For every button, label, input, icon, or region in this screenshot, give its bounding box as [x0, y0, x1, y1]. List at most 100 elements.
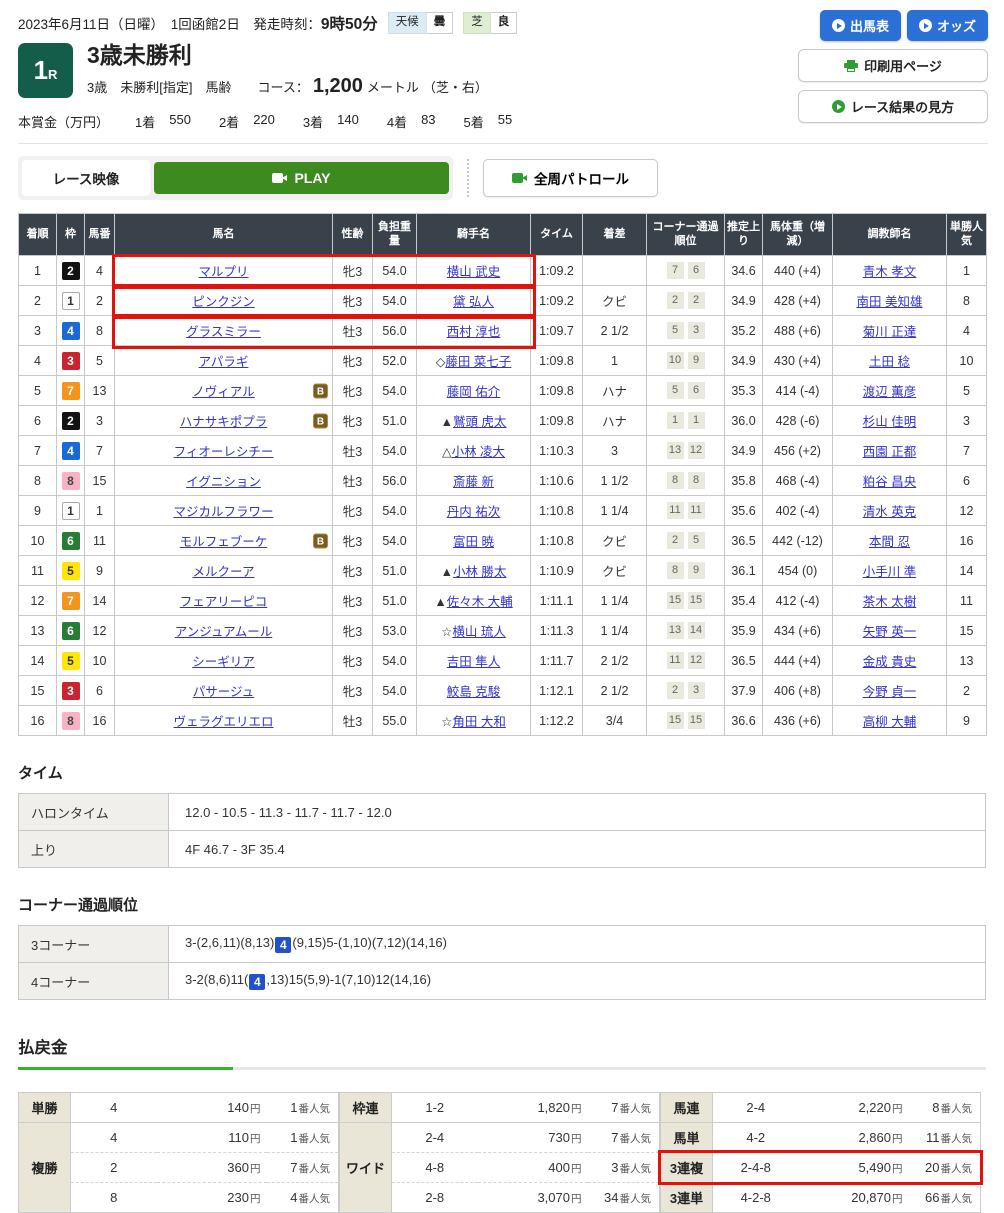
trainer-name-link[interactable]: 金成 貴史	[863, 655, 916, 669]
jockey-cell: ▲佐々木 大輔	[417, 586, 531, 616]
trainer-name-link[interactable]: 矢野 英一	[863, 625, 916, 639]
payout-group: 枠連1-21,820円7番人気ワイド2-4730円7番人気4-8400円3番人気…	[339, 1092, 660, 1213]
finish-time: 1:09.8	[531, 346, 583, 376]
corner-position-value: 13	[667, 442, 684, 459]
horse-name-cell: メルクーア	[115, 556, 333, 586]
estimated-last-3f: 34.9	[725, 286, 763, 316]
prize-amount: 220	[253, 112, 275, 131]
apprentice-mark: ▲	[441, 415, 453, 429]
horse-name-link[interactable]: モルフェブーケ	[180, 535, 268, 549]
payout-amount-value: 110	[228, 1130, 249, 1145]
entries-button[interactable]: 出馬表	[820, 10, 901, 41]
jockey-name-link[interactable]: 斎藤 新	[453, 475, 494, 489]
jockey-name-link[interactable]: 小林 勝太	[453, 565, 506, 579]
horse-name-link[interactable]: イグニション	[186, 475, 261, 489]
payout-popularity-value: 34	[604, 1190, 618, 1205]
trainer-name-link[interactable]: 南田 美知雄	[857, 295, 923, 309]
trainer-name-link[interactable]: 高柳 大輔	[863, 715, 916, 729]
trainer-cell: 高柳 大輔	[833, 706, 947, 736]
prize-label: 本賞金（万円）	[18, 112, 109, 131]
jockey-name-link[interactable]: 藤田 菜七子	[445, 355, 511, 369]
payout-combination: 4-2-8	[713, 1183, 799, 1213]
patrol-video-button[interactable]: 全周パトロール	[483, 159, 658, 197]
trainer-cell: 金成 貴史	[833, 646, 947, 676]
trainer-name-link[interactable]: 菊川 正達	[863, 325, 916, 339]
horse-name-link[interactable]: ノヴィアル	[192, 385, 254, 399]
jockey-name-link[interactable]: 丹内 祐次	[447, 505, 500, 519]
jockey-name-link[interactable]: 佐々木 大輔	[447, 595, 513, 609]
win-popularity: 16	[947, 526, 987, 556]
jockey-name-link[interactable]: 吉田 隼人	[447, 655, 500, 669]
trainer-cell: 清水 英克	[833, 496, 947, 526]
payout-amount-value: 3,070	[537, 1190, 570, 1205]
horse-name-link[interactable]: フィオーレシチー	[174, 445, 274, 459]
horse-name-link[interactable]: アパラギ	[199, 355, 249, 369]
print-page-button[interactable]: 印刷用ページ	[798, 49, 988, 82]
horse-name-link[interactable]: グラスミラー	[186, 325, 261, 339]
jockey-name-link[interactable]: 富田 暁	[453, 535, 494, 549]
trainer-name-link[interactable]: 本間 忍	[869, 535, 910, 549]
corner-position-value: 13	[667, 622, 684, 639]
jockey-name-link[interactable]: 横山 武史	[447, 265, 500, 279]
trainer-name-link[interactable]: 清水 英克	[863, 505, 916, 519]
time-section-title: タイム	[18, 762, 988, 783]
horse-name-link[interactable]: ヴェラグエリエロ	[173, 715, 273, 729]
horse-name-link[interactable]: ピンクジン	[192, 295, 255, 309]
play-button-label: PLAY	[294, 170, 330, 186]
trainer-name-link[interactable]: 土田 稔	[869, 355, 910, 369]
corner-positions: 1515	[647, 586, 725, 616]
payout-row: 単勝4140円1番人気	[19, 1093, 339, 1123]
horse-name-link[interactable]: マジカルフラワー	[173, 505, 273, 519]
horse-name-link[interactable]: パサージュ	[193, 685, 254, 699]
odds-button[interactable]: オッズ	[907, 10, 988, 41]
weather-badge: 天候 曇	[388, 12, 454, 34]
horse-name-link[interactable]: シーギリア	[192, 655, 255, 669]
trainer-name-link[interactable]: 今野 貞一	[863, 685, 916, 699]
trainer-name-link[interactable]: 杉山 佳明	[863, 415, 916, 429]
payout-table: 単勝4140円1番人気複勝4110円1番人気2360円7番人気8230円4番人気…	[18, 1092, 988, 1213]
jockey-name-link[interactable]: 横山 琉人	[452, 625, 505, 639]
jockey-name-link[interactable]: 西村 淳也	[447, 325, 500, 339]
horse-name-link[interactable]: マルプリ	[198, 265, 248, 279]
prize-amount: 550	[169, 112, 191, 131]
horse-name-link[interactable]: アンジュアムール	[175, 625, 273, 639]
estimated-last-3f: 35.2	[725, 316, 763, 346]
corner-order-before: 3-(2,6,11)(8,13)	[185, 935, 274, 950]
result-guide-button[interactable]: レース結果の見方	[798, 90, 988, 123]
bet-type-label: 3連単	[661, 1183, 713, 1213]
horse-name-link[interactable]: メルクーア	[192, 565, 254, 579]
trainer-name-link[interactable]: 渡辺 薫彦	[863, 385, 916, 399]
table-row: 911マジカルフラワー牝354.0丹内 祐次1:10.81 1/4111135.…	[19, 496, 987, 526]
jockey-name-link[interactable]: 藤岡 佑介	[447, 385, 500, 399]
jockey-cell: 藤岡 佑介	[417, 376, 531, 406]
table-row: 10611モルフェブーケB牝354.0富田 暁1:10.8クビ2536.5442…	[19, 526, 987, 556]
trainer-name-link[interactable]: 茶木 太樹	[863, 595, 916, 609]
trainer-name-link[interactable]: 粕谷 昌央	[863, 475, 916, 489]
corner-position-value: 15	[667, 712, 684, 729]
jockey-cell: 富田 暁	[417, 526, 531, 556]
corner-position-value: 14	[688, 622, 705, 639]
trainer-name-link[interactable]: 青木 孝文	[863, 265, 916, 279]
play-button[interactable]: PLAY	[154, 162, 449, 194]
corner-positions: 25	[647, 526, 725, 556]
trainer-name-link[interactable]: 西園 正都	[863, 445, 916, 459]
corner-positions: 22	[647, 286, 725, 316]
finish-time: 1:10.6	[531, 466, 583, 496]
race-video-tab[interactable]: レース映像	[22, 160, 150, 196]
horse-name-link[interactable]: フェアリーピコ	[180, 595, 268, 609]
jockey-name-link[interactable]: 黛 弘人	[453, 295, 494, 309]
jockey-cell: 西村 淳也	[417, 316, 531, 346]
finish-time: 1:11.1	[531, 586, 583, 616]
horse-body-weight: 428 (+4)	[763, 286, 833, 316]
sex-age: 牝3	[333, 346, 373, 376]
jockey-name-link[interactable]: 鮫島 克駿	[447, 685, 500, 699]
horse-name-link[interactable]: ハナサキポプラ	[180, 415, 268, 429]
jockey-name-link[interactable]: 角田 大和	[452, 715, 505, 729]
win-popularity: 3	[947, 406, 987, 436]
trainer-name-link[interactable]: 小手川 準	[863, 565, 916, 579]
corner-position-value: 12	[688, 442, 705, 459]
jockey-name-link[interactable]: 小林 凌大	[452, 445, 505, 459]
jockey-name-link[interactable]: 鷲頭 虎太	[453, 415, 506, 429]
info-value: 12.0 - 10.5 - 11.3 - 11.7 - 11.7 - 12.0	[169, 794, 986, 831]
results-column-header: 調教師名	[833, 214, 947, 256]
